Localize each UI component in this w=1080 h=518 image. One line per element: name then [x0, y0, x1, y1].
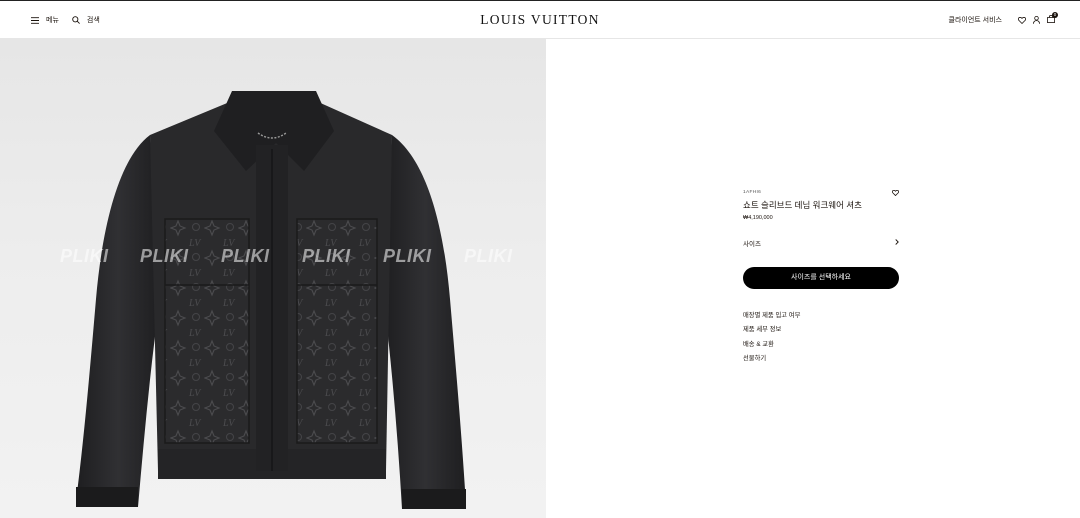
denim-jacket-image: LV: [76, 91, 466, 509]
client-services-link[interactable]: 클라이언트 서비스: [949, 15, 1002, 25]
bag-count-badge: 0: [1052, 12, 1058, 18]
chevron-right-icon: [895, 239, 899, 245]
user-icon[interactable]: [1033, 16, 1040, 24]
product-links: 매장별 제품 입고 여부 제품 세부 정보 배송 & 교환 선물하기: [743, 310, 800, 367]
product-price: ₩4,190,000: [743, 215, 773, 221]
product-info: 1AFHI6 쇼트 슬리브드 데님 워크웨어 셔츠 ₩4,190,000 사이즈…: [743, 190, 899, 362]
watermark-text: PLIKI: [60, 246, 109, 266]
product-name: 쇼트 슬리브드 데님 워크웨어 셔츠: [743, 200, 862, 210]
watermark-text: PLIKI: [383, 246, 432, 266]
heart-icon[interactable]: [892, 190, 899, 196]
product-sku: 1AFHI6: [743, 190, 762, 195]
product-image[interactable]: LV PLIKI PLIKI PLIKI PLIKI: [0, 39, 546, 518]
site-header: 메뉴 검색 LOUIS VUITTON 클라이언트 서비스 0: [0, 0, 1080, 39]
watermark-text: PLIKI: [221, 246, 270, 266]
size-label: 사이즈: [743, 241, 761, 248]
watermark-text: PLIKI: [464, 246, 513, 266]
size-selector[interactable]: 사이즈: [743, 238, 899, 248]
header-right: 클라이언트 서비스 0: [949, 12, 1058, 25]
select-size-button[interactable]: 사이즈를 선택하세요: [743, 267, 899, 289]
watermark-text: PLIKI: [302, 246, 351, 266]
heart-icon[interactable]: [1018, 16, 1026, 24]
product-details-link[interactable]: 제품 세부 정보: [743, 324, 800, 338]
bag-button[interactable]: 0: [1047, 12, 1058, 25]
watermark-text: PLIKI: [140, 246, 189, 266]
delivery-returns-link[interactable]: 배송 & 교환: [743, 339, 800, 353]
gifting-link[interactable]: 선물하기: [743, 353, 800, 367]
store-availability-link[interactable]: 매장별 제품 입고 여부: [743, 310, 800, 324]
brand-logo[interactable]: LOUIS VUITTON: [0, 12, 1080, 28]
